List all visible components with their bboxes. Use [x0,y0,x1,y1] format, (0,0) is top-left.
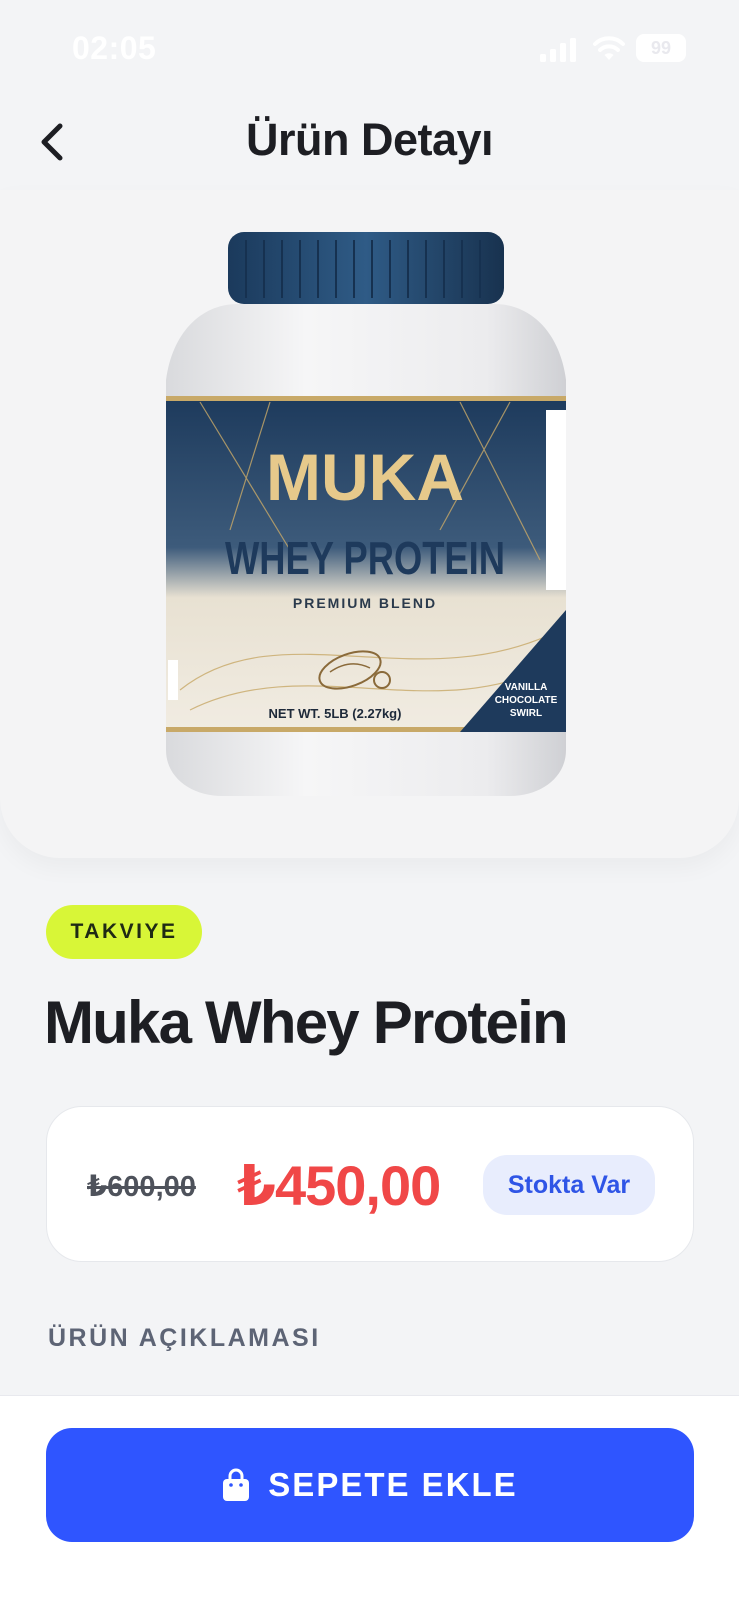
signal-icon [540,38,576,62]
page-title: Ürün Detayı [245,114,494,165]
price-card: ₺600,00 ₺450,00 Stokta Var [46,1106,694,1262]
old-price: ₺600,00 [87,1171,196,1203]
bottom-action-bar: SEPETE EKLE [0,1395,739,1600]
category-badge: TAKVIYE [46,905,202,959]
jar-flavor-1: VANILLA [505,682,548,693]
header: Ürün Detayı [0,100,739,190]
jar-line-text: WHEY PROTEIN [225,532,505,584]
battery-indicator: 99 [636,34,686,62]
description-heading: ÜRÜN AÇIKLAMASI [48,1324,321,1352]
jar-flavor-3: SWIRL [510,708,542,719]
jar-flavor-2: CHOCOLATE [495,695,558,706]
product-name: Muka Whey Protein [44,989,569,1056]
jar-brand-text: MUKA [266,440,464,514]
product-image-card: MUKA WHEY PROTEIN PREMIUM BLEND NET WT. … [0,190,739,858]
status-time: 02:05 [72,30,157,66]
current-price: ₺450,00 [237,1154,441,1217]
shopping-bag-icon [223,1468,250,1501]
jar-weight-text: NET WT. 5LB (2.27kg) [269,706,402,721]
wifi-icon [593,36,625,60]
product-image: MUKA WHEY PROTEIN PREMIUM BLEND NET WT. … [166,232,566,796]
add-to-cart-label: SEPETE EKLE [268,1466,518,1503]
status-bar: 02:05 99 [0,0,739,100]
stock-status-badge: Stokta Var [483,1155,655,1215]
add-to-cart-button[interactable]: SEPETE EKLE [46,1428,694,1542]
jar-blend-text: PREMIUM BLEND [293,595,437,611]
